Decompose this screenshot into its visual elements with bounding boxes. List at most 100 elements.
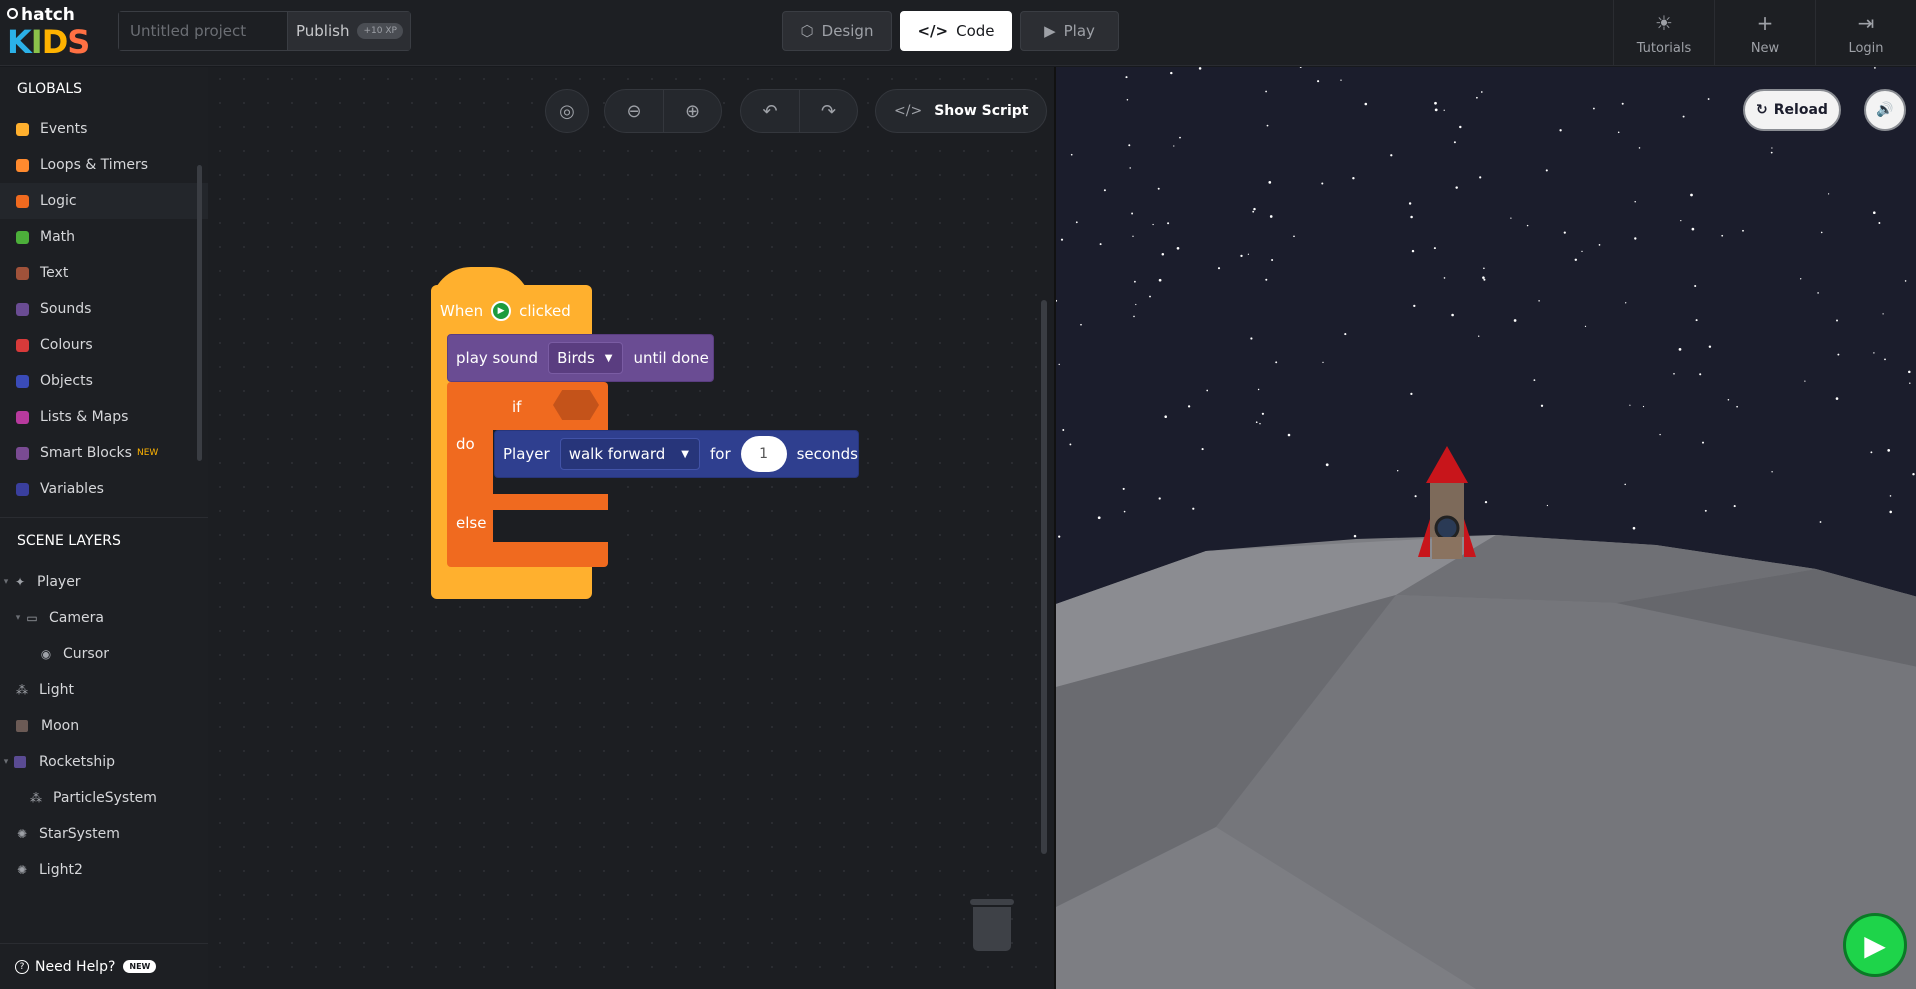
layer-moon[interactable]: Moon (0, 708, 208, 744)
category-scrollbar[interactable] (197, 165, 202, 461)
star (1443, 277, 1446, 279)
star (1317, 80, 1320, 83)
recenter-button[interactable]: ◎ (546, 90, 588, 132)
sound-dropdown[interactable]: Birds ▼ (548, 342, 624, 374)
redo-icon: ↷ (820, 100, 837, 122)
zoom-out-button[interactable]: ⊖ (605, 90, 663, 132)
star (1887, 449, 1891, 452)
tab-code[interactable]: </> Code (900, 11, 1012, 51)
star (1574, 258, 1578, 262)
login-button[interactable]: ⇥ Login (1815, 0, 1916, 66)
star (1835, 397, 1839, 400)
star (1771, 471, 1773, 473)
category-swatch (16, 446, 29, 460)
login-icon: ⇥ (1857, 10, 1875, 35)
tab-play[interactable]: ▶ Play (1020, 11, 1119, 51)
category-logic[interactable]: Logic (0, 183, 208, 219)
layer-light2[interactable]: ✺ Light2 (0, 852, 208, 888)
camera-icon: ▭ (26, 611, 38, 625)
layer-camera[interactable]: ▾ ▭ Camera (0, 600, 208, 636)
reload-button[interactable]: ↻ Reload (1743, 89, 1841, 131)
zoom-in-button[interactable]: ⊕ (663, 90, 721, 132)
category-smart-blocks[interactable]: Smart Blocks NEW (0, 435, 208, 471)
star (1158, 497, 1161, 500)
star (1592, 107, 1595, 110)
star (1250, 337, 1253, 340)
redo-button[interactable]: ↷ (799, 90, 857, 132)
star (1878, 222, 1881, 224)
hatch-logo-icon (7, 8, 18, 19)
help-icon: ? (15, 959, 29, 974)
star (1097, 516, 1101, 520)
speaker-icon: 🔊 (1876, 102, 1894, 118)
category-variables[interactable]: Variables (0, 471, 208, 507)
layer-cursor[interactable]: ◉ Cursor (0, 636, 208, 672)
category-colours[interactable]: Colours (0, 327, 208, 363)
layer-player[interactable]: ▾ ✦ Player (0, 564, 208, 600)
star (1733, 505, 1736, 508)
eye-icon: ◉ (40, 647, 52, 661)
new-button[interactable]: + New (1714, 0, 1815, 66)
need-help-button[interactable]: ? Need Help? NEW (0, 943, 208, 989)
star (1721, 234, 1724, 237)
light-icon: ✺ (16, 863, 28, 877)
undo-button[interactable]: ↶ (741, 90, 799, 132)
star (1526, 224, 1529, 227)
star (1099, 243, 1102, 246)
trash-can[interactable] (970, 899, 1014, 951)
star (1132, 235, 1134, 237)
tutorials-button[interactable]: ☀ Tutorials (1613, 0, 1714, 66)
chevron-down-icon[interactable]: ▾ (12, 613, 24, 623)
star (1682, 115, 1685, 118)
mode-tabs: ⬡ Design </> Code ▶ Play (782, 11, 1119, 51)
project-name-input[interactable] (119, 12, 288, 50)
game-stage[interactable]: ↻ Reload 🔊 ▶ (1054, 67, 1916, 989)
category-sounds[interactable]: Sounds (0, 291, 208, 327)
star (1152, 223, 1154, 226)
player-move-block[interactable]: Player walk forward ▼ for 1 seconds (494, 430, 859, 478)
play-sound-block[interactable]: play sound Birds ▼ until done (447, 334, 714, 382)
seconds-input[interactable]: 1 (740, 436, 787, 472)
category-lists-maps[interactable]: Lists & Maps (0, 399, 208, 435)
star (1707, 98, 1710, 100)
star (1872, 211, 1876, 215)
chevron-down-icon: ▼ (604, 352, 613, 364)
star (1070, 153, 1073, 156)
star (1344, 333, 1347, 336)
workspace-scrollbar[interactable] (1041, 300, 1047, 854)
run-play-button[interactable]: ▶ (1843, 913, 1907, 977)
star (1690, 193, 1693, 197)
condition-slot[interactable] (553, 390, 599, 420)
light-icon: ⁂ (16, 683, 28, 697)
chevron-down-icon[interactable]: ▾ (0, 577, 12, 587)
hatch-kids-logo[interactable]: hatch KIDS (7, 5, 97, 59)
publish-button[interactable]: Publish +10 XP (288, 12, 410, 50)
category-math[interactable]: Math (0, 219, 208, 255)
star (1581, 250, 1583, 253)
star (1257, 388, 1260, 391)
category-objects[interactable]: Objects (0, 363, 208, 399)
chevron-down-icon[interactable]: ▾ (0, 757, 12, 767)
category-events[interactable]: Events (0, 111, 208, 147)
category-loops-timers[interactable]: Loops & Timers (0, 147, 208, 183)
show-script-button[interactable]: </> Show Script (875, 89, 1048, 133)
player-icon: ✦ (14, 575, 26, 589)
star (1837, 353, 1840, 356)
star (1390, 154, 1393, 157)
star (1736, 405, 1738, 408)
star (1617, 131, 1620, 134)
layer-particlesystem[interactable]: ⁂ ParticleSystem (0, 780, 208, 816)
star (1293, 235, 1295, 238)
tab-design[interactable]: ⬡ Design (782, 11, 892, 51)
code-icon: </> (894, 103, 923, 119)
star (1408, 202, 1412, 205)
code-workspace[interactable]: ◎ ⊖ ⊕ ↶ ↷ </>Show Script » (208, 67, 1070, 989)
action-dropdown[interactable]: walk forward ▼ (559, 438, 700, 470)
brand-name: hatch (21, 5, 75, 25)
sound-toggle-button[interactable]: 🔊 (1864, 89, 1906, 131)
category-text[interactable]: Text (0, 255, 208, 291)
layer-rocketship[interactable]: ▾ Rocketship (0, 744, 208, 780)
layer-light[interactable]: ⁂ Light (0, 672, 208, 708)
project-controls: Publish +10 XP (118, 11, 411, 51)
layer-starsystem[interactable]: ✺ StarSystem (0, 816, 208, 852)
